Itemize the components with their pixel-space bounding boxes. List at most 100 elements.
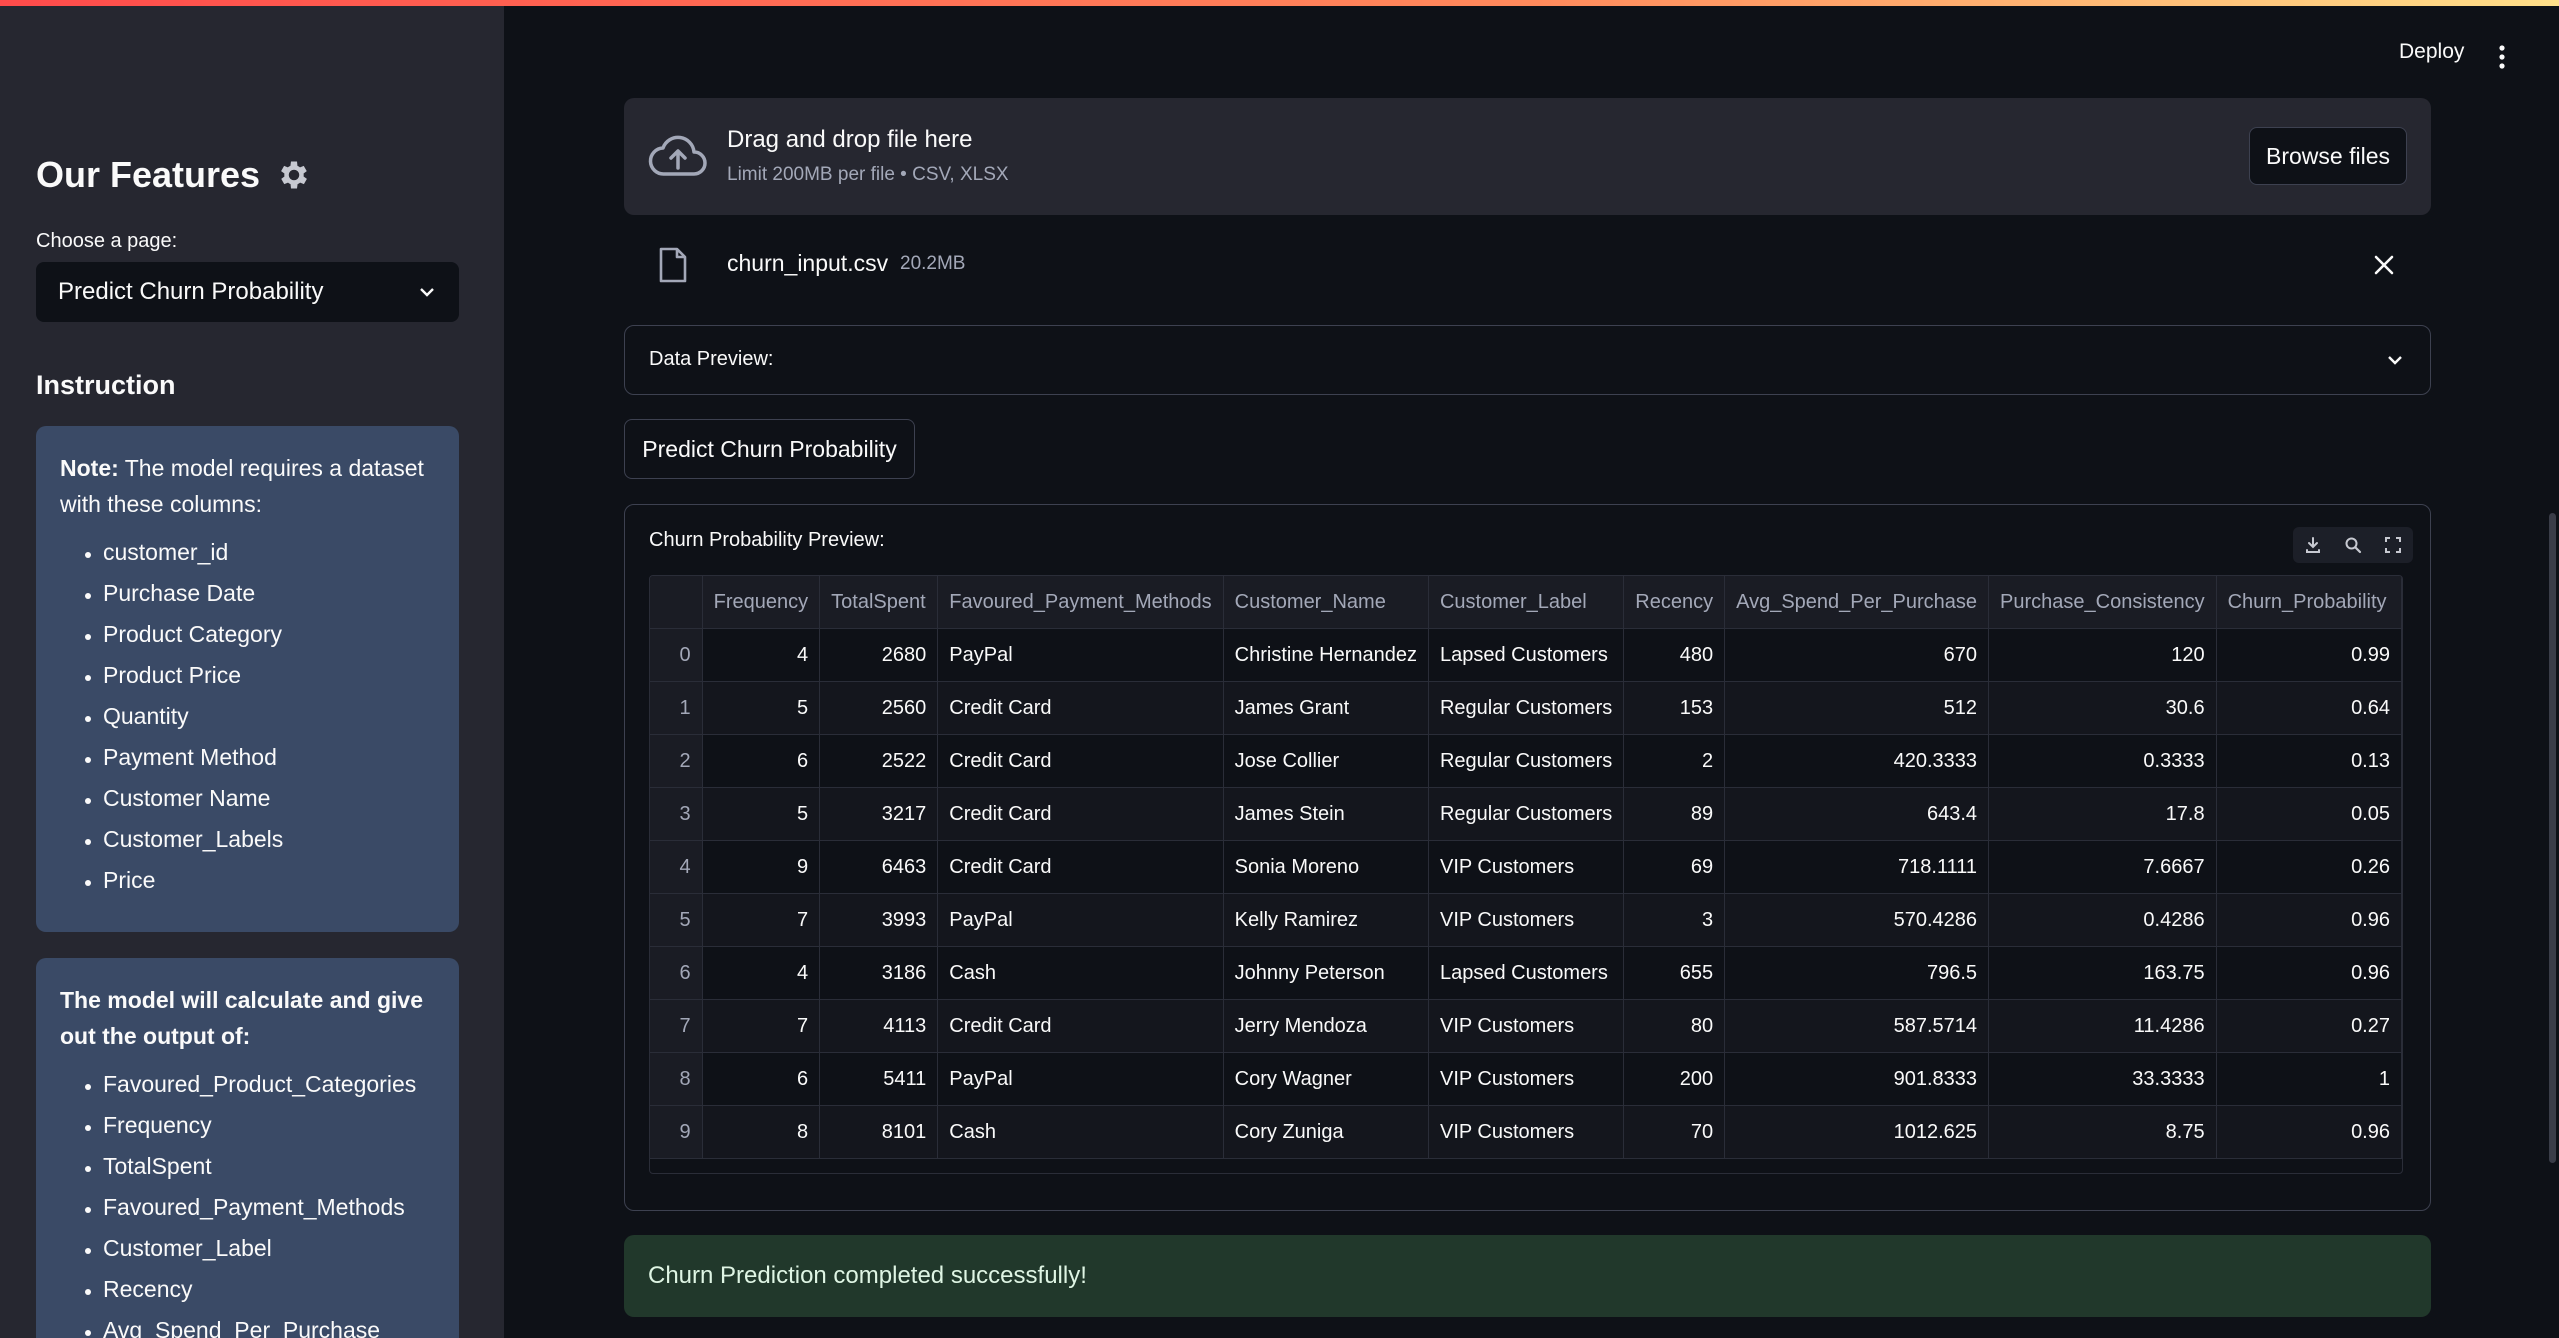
page-select[interactable]: Predict Churn Probability [36, 262, 459, 322]
table-row[interactable]: 4 9 6463 Credit Card Sonia Moreno VIP Custome… [650, 840, 2402, 894]
row-index[interactable]: 8 [650, 1052, 703, 1106]
table-cell[interactable]: Cash [937, 1105, 1224, 1159]
column-header[interactable]: Avg_Spend_Per_Purchase [1724, 576, 1990, 629]
table-cell[interactable]: 0.05 [2216, 787, 2402, 841]
column-header[interactable]: Churn_Probability [2216, 576, 2402, 629]
row-index[interactable]: 7 [650, 999, 703, 1053]
table-cell[interactable]: Christine Hernandez [1223, 628, 1429, 682]
table-row[interactable]: 8 6 5411 PayPal Cory Wagner VIP Customers 200 9… [650, 1052, 2402, 1106]
table-cell[interactable]: 7 [702, 999, 821, 1053]
table-cell[interactable]: 3 [1623, 893, 1726, 947]
page-scrollbar[interactable] [2549, 513, 2556, 1163]
table-cell[interactable]: Jerry Mendoza [1223, 999, 1429, 1053]
column-header[interactable]: Purchase_Consistency [1988, 576, 2217, 629]
table-cell[interactable]: Regular Customers [1428, 681, 1625, 735]
table-row[interactable]: 2 6 2522 Credit Card Jose Collier Regular Cus… [650, 734, 2402, 788]
table-cell[interactable]: Kelly Ramirez [1223, 893, 1429, 947]
table-row[interactable]: 5 7 3993 PayPal Kelly Ramirez VIP Customers 3 5… [650, 893, 2402, 947]
close-icon[interactable] [2373, 254, 2395, 276]
table-cell[interactable]: James Grant [1223, 681, 1429, 735]
table-cell[interactable]: 587.5714 [1724, 999, 1990, 1053]
table-cell[interactable]: 153 [1623, 681, 1726, 735]
table-cell[interactable]: 6463 [819, 840, 939, 894]
table-cell[interactable]: 200 [1623, 1052, 1726, 1106]
table-cell[interactable]: 8101 [819, 1105, 939, 1159]
fullscreen-icon[interactable] [2384, 536, 2402, 554]
table-cell[interactable]: 512 [1724, 681, 1990, 735]
table-cell[interactable]: Cory Wagner [1223, 1052, 1429, 1106]
table-cell[interactable]: 670 [1724, 628, 1990, 682]
table-cell[interactable]: Cash [937, 946, 1224, 1000]
table-cell[interactable]: 69 [1623, 840, 1726, 894]
table-cell[interactable]: 4 [702, 946, 821, 1000]
table-cell[interactable]: 0.3333 [1988, 734, 2217, 788]
row-index[interactable]: 4 [650, 840, 703, 894]
browse-files-button[interactable]: Browse files [2249, 127, 2407, 185]
table-cell[interactable]: 11.4286 [1988, 999, 2217, 1053]
table-cell[interactable]: 0.96 [2216, 1105, 2402, 1159]
table-cell[interactable]: VIP Customers [1428, 893, 1625, 947]
table-cell[interactable]: Lapsed Customers [1428, 946, 1625, 1000]
table-cell[interactable]: 480 [1623, 628, 1726, 682]
row-index[interactable]: 1 [650, 681, 703, 735]
table-cell[interactable]: PayPal [937, 1052, 1224, 1106]
table-cell[interactable]: Credit Card [937, 681, 1224, 735]
more-options-icon[interactable] [2498, 44, 2506, 70]
table-row[interactable]: 3 5 3217 Credit Card James Stein Regular Cust… [650, 787, 2402, 841]
table-cell[interactable]: 120 [1988, 628, 2217, 682]
table-cell[interactable]: Regular Customers [1428, 734, 1625, 788]
table-cell[interactable]: 70 [1623, 1105, 1726, 1159]
table-cell[interactable]: 163.75 [1988, 946, 2217, 1000]
table-row[interactable]: 9 8 8101 Cash Cory Zuniga VIP Customers 70 1012… [650, 1105, 2402, 1159]
table-cell[interactable]: 5 [702, 787, 821, 841]
column-header[interactable]: Frequency [702, 576, 821, 629]
table-row[interactable]: 7 7 4113 Credit Card Jerry Mendoza VIP Custom… [650, 999, 2402, 1053]
table-cell[interactable]: 0.26 [2216, 840, 2402, 894]
table-cell[interactable]: Jose Collier [1223, 734, 1429, 788]
column-header[interactable]: Customer_Name [1223, 576, 1429, 629]
table-cell[interactable]: VIP Customers [1428, 1105, 1625, 1159]
table-cell[interactable]: James Stein [1223, 787, 1429, 841]
table-cell[interactable]: 3217 [819, 787, 939, 841]
table-cell[interactable]: 17.8 [1988, 787, 2217, 841]
table-row[interactable]: 0 4 2680 PayPal Christine Hernandez Lapsed Cu… [650, 628, 2402, 682]
table-cell[interactable]: VIP Customers [1428, 999, 1625, 1053]
table-cell[interactable]: 7 [702, 893, 821, 947]
deploy-button[interactable]: Deploy [2399, 40, 2464, 64]
table-row[interactable]: 1 5 2560 Credit Card James Grant Regular Cust… [650, 681, 2402, 735]
table-cell[interactable]: 4113 [819, 999, 939, 1053]
table-cell[interactable]: 0.96 [2216, 893, 2402, 947]
table-cell[interactable]: Lapsed Customers [1428, 628, 1625, 682]
table-cell[interactable]: 6 [702, 734, 821, 788]
table-cell[interactable]: Johnny Peterson [1223, 946, 1429, 1000]
table-cell[interactable]: Credit Card [937, 999, 1224, 1053]
table-cell[interactable]: Regular Customers [1428, 787, 1625, 841]
search-icon[interactable] [2344, 536, 2362, 554]
column-header[interactable]: Customer_Label [1428, 576, 1625, 629]
table-cell[interactable]: 8.75 [1988, 1105, 2217, 1159]
table-cell[interactable]: 0.4286 [1988, 893, 2217, 947]
column-header[interactable]: Favoured_Payment_Methods [937, 576, 1224, 629]
download-icon[interactable] [2304, 536, 2322, 554]
table-cell[interactable]: PayPal [937, 628, 1224, 682]
table-cell[interactable]: 655 [1623, 946, 1726, 1000]
table-cell[interactable]: 2 [1623, 734, 1726, 788]
row-index[interactable]: 3 [650, 787, 703, 841]
table-cell[interactable]: 3186 [819, 946, 939, 1000]
table-cell[interactable]: VIP Customers [1428, 1052, 1625, 1106]
table-cell[interactable]: 0.27 [2216, 999, 2402, 1053]
file-uploader-dropzone[interactable]: Drag and drop file here Limit 200MB per … [624, 98, 2431, 215]
table-cell[interactable]: 89 [1623, 787, 1726, 841]
table-cell[interactable]: 796.5 [1724, 946, 1990, 1000]
table-cell[interactable]: 718.1111 [1724, 840, 1990, 894]
table-cell[interactable]: 80 [1623, 999, 1726, 1053]
table-cell[interactable]: 901.8333 [1724, 1052, 1990, 1106]
table-cell[interactable]: Credit Card [937, 787, 1224, 841]
table-cell[interactable]: 1 [2216, 1052, 2402, 1106]
table-cell[interactable]: Credit Card [937, 840, 1224, 894]
table-cell[interactable]: 6 [702, 1052, 821, 1106]
table-cell[interactable]: Sonia Moreno [1223, 840, 1429, 894]
table-cell[interactable]: 643.4 [1724, 787, 1990, 841]
table-cell[interactable]: 1012.625 [1724, 1105, 1990, 1159]
column-header[interactable] [650, 576, 703, 629]
